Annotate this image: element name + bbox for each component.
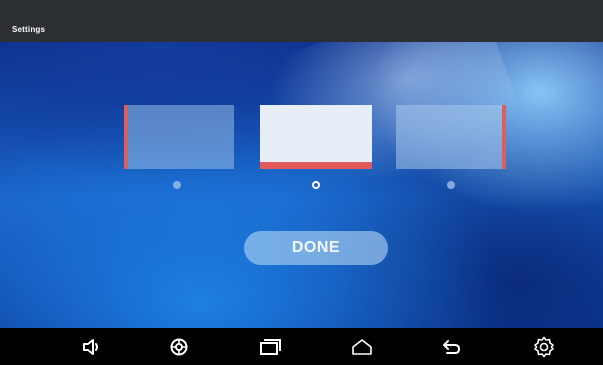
back-icon (441, 338, 463, 356)
gear-icon (533, 336, 555, 358)
volume-button[interactable] (70, 328, 114, 365)
page-indicator-dot-1[interactable] (173, 181, 181, 189)
recent-apps-button[interactable] (248, 328, 292, 365)
page-thumbnail-left[interactable] (124, 105, 234, 169)
page-thumbnail-right[interactable] (396, 105, 506, 169)
home-icon (350, 338, 374, 356)
page-title: Settings (12, 25, 46, 34)
settings-wheel-icon (169, 337, 189, 357)
done-button[interactable]: DONE (244, 231, 388, 265)
page-indicator-dot-2[interactable] (312, 181, 320, 189)
title-bar: Settings (0, 0, 603, 42)
back-button[interactable] (430, 328, 474, 365)
home-button[interactable] (340, 328, 384, 365)
page-indicator-dot-3[interactable] (447, 181, 455, 189)
wallpaper-area: DONE (0, 42, 603, 328)
navigation-bar (0, 328, 603, 365)
recent-apps-icon (259, 338, 281, 356)
volume-icon (81, 338, 103, 356)
settings-wheel-button[interactable] (157, 328, 201, 365)
page-thumbnail-center[interactable] (260, 105, 372, 169)
system-settings-button[interactable] (522, 328, 566, 365)
